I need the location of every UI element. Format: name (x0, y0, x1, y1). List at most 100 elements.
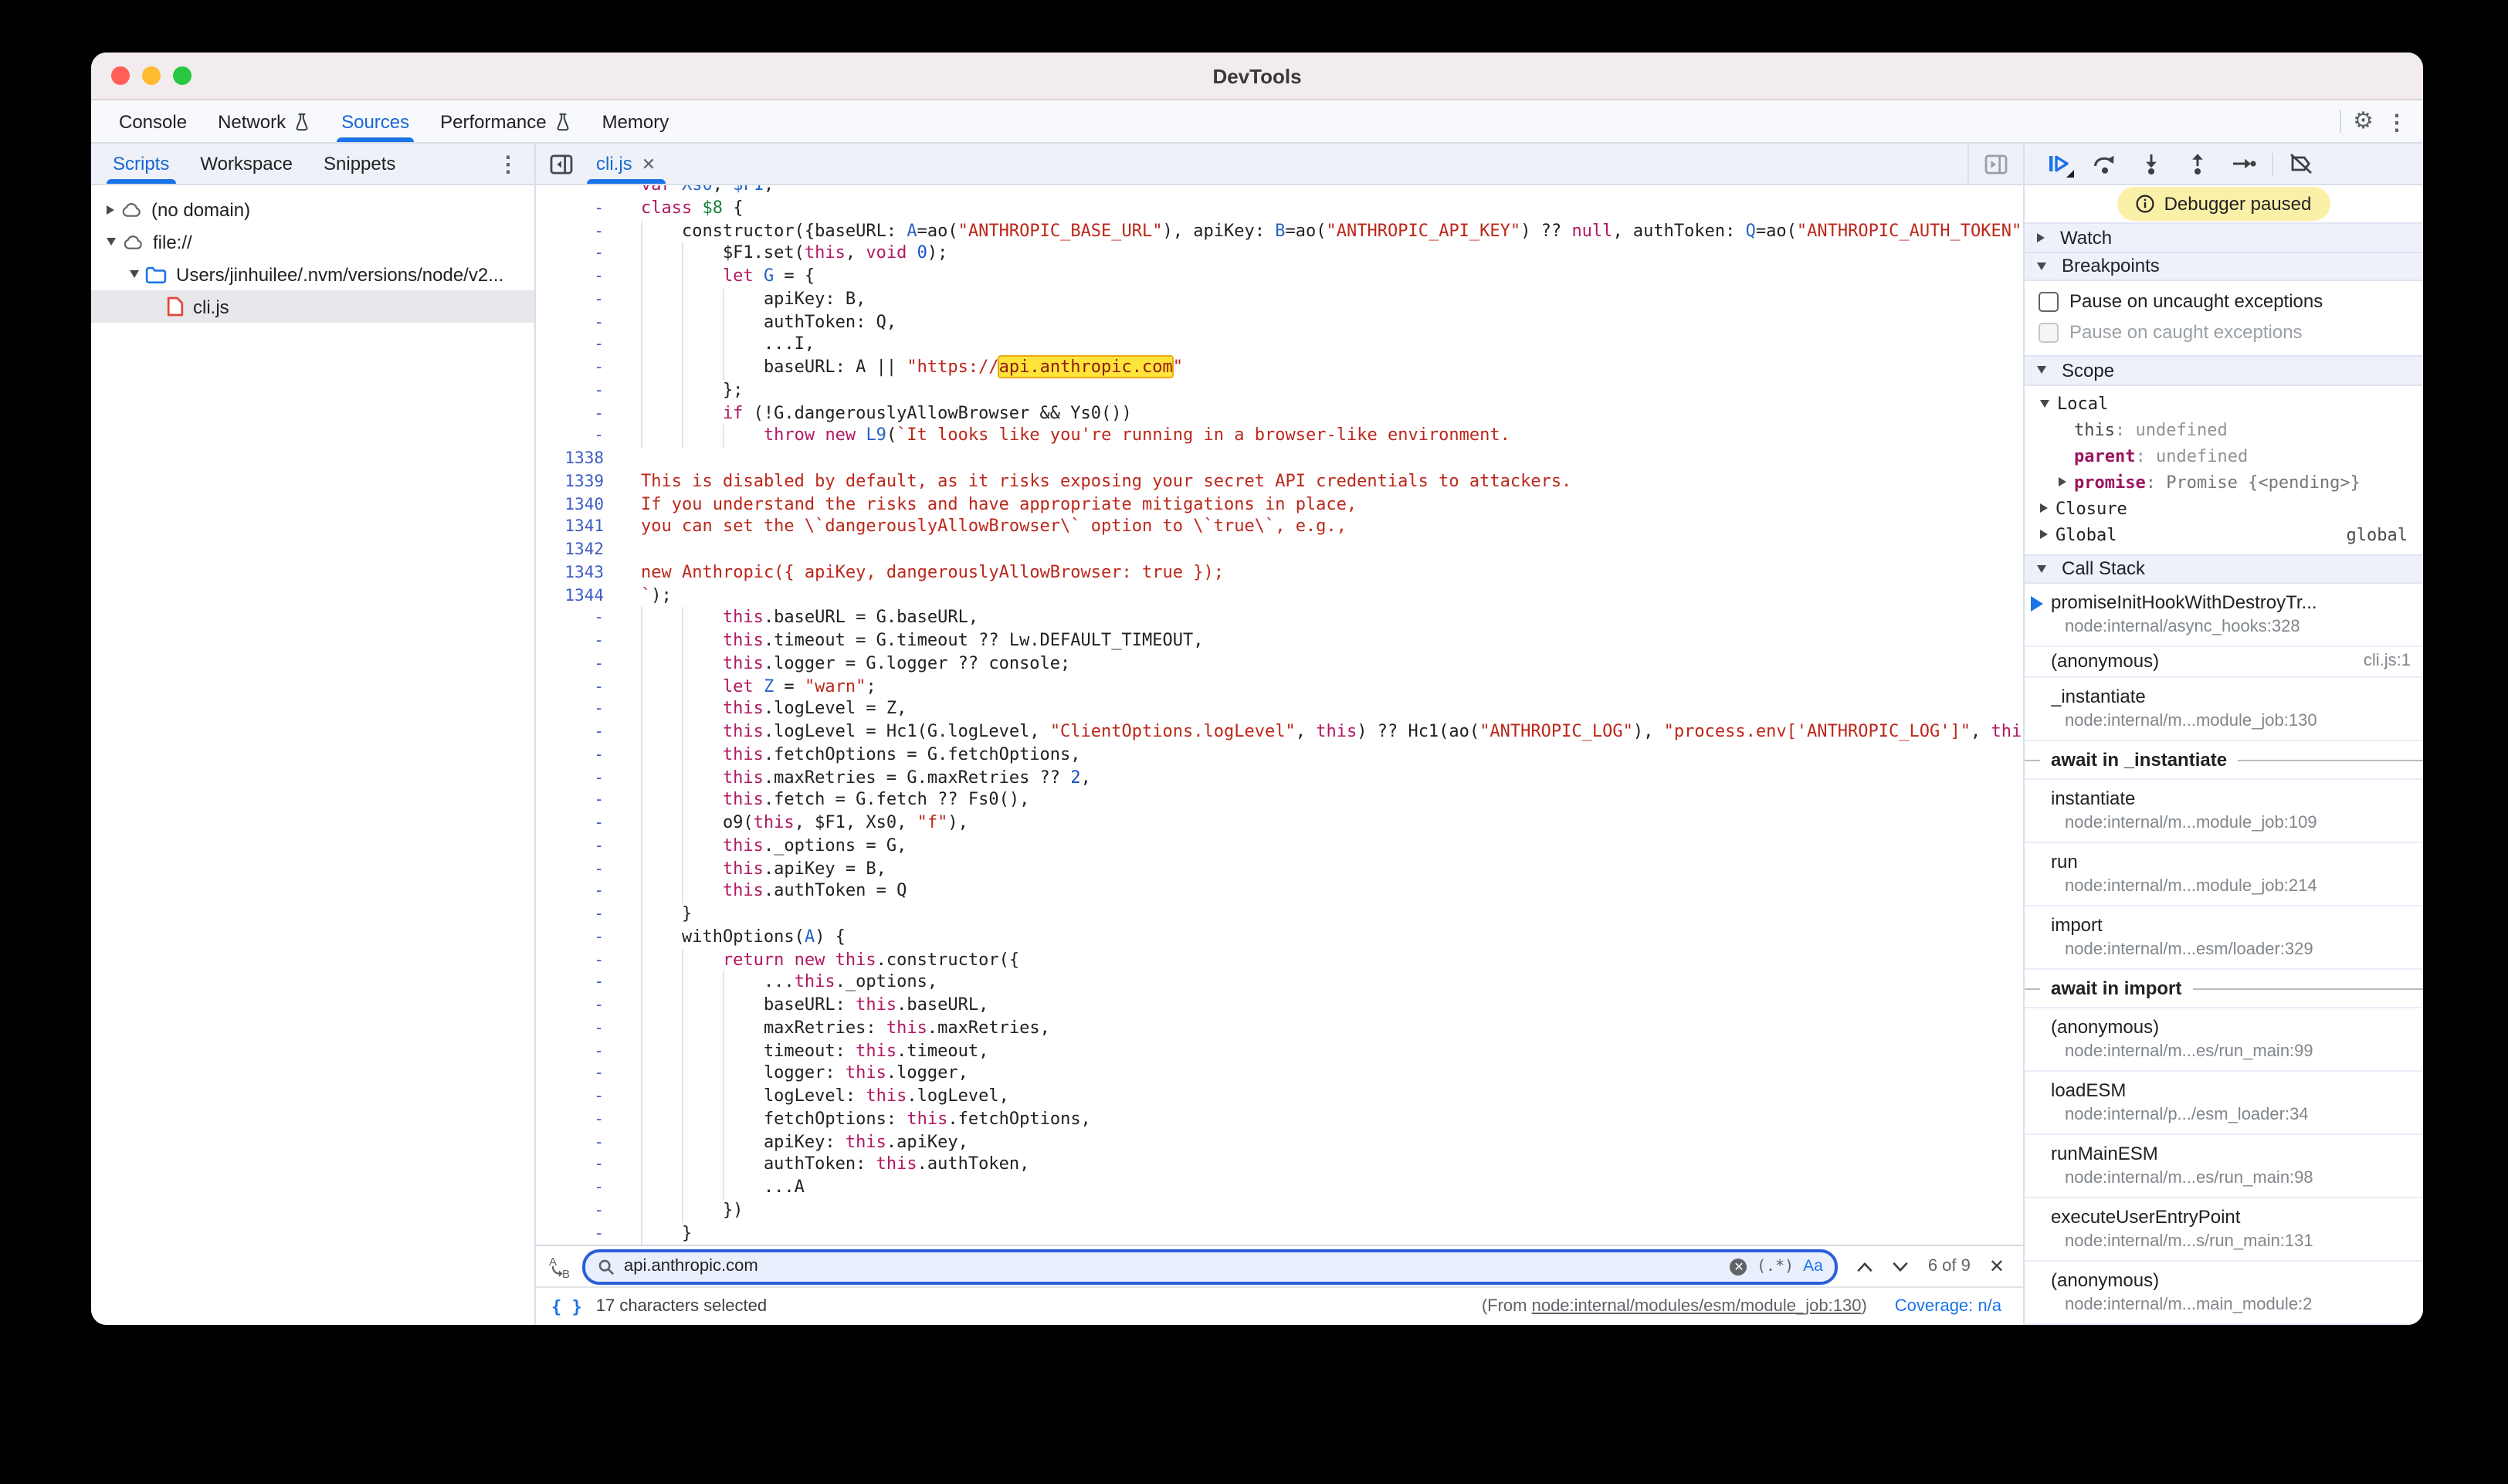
show-debugger-icon[interactable] (1967, 144, 2023, 184)
call-stack-frame[interactable]: runMainESMnode:internal/m...es/run_main:… (2025, 1135, 2423, 1198)
line-gutter[interactable]: - (536, 1086, 616, 1109)
tab-close-icon[interactable]: ✕ (642, 154, 656, 174)
code-editor[interactable]: var Xs0, $F1;-class $8 {-constructor({ba… (536, 185, 2023, 1245)
line-gutter[interactable]: - (536, 1109, 616, 1132)
call-stack-frame[interactable]: (anonymous)cli.js:1 (2025, 647, 2423, 678)
line-gutter[interactable]: - (536, 972, 616, 995)
step-over-button[interactable] (2086, 147, 2123, 181)
call-stack-frame[interactable]: (anonymous)node:internal/m...es/run_main… (2025, 1008, 2423, 1072)
line-gutter[interactable]: - (536, 653, 616, 676)
line-gutter[interactable]: 1342 (536, 539, 616, 562)
search-input-box[interactable]: ✕ (.*) Aa (582, 1249, 1839, 1284)
previous-match-icon[interactable] (1857, 1261, 1874, 1272)
navigator-tab-snippets[interactable]: Snippets (308, 144, 411, 184)
line-gutter[interactable]: - (536, 790, 616, 813)
tab-memory[interactable]: Memory (587, 100, 685, 142)
match-case-toggle[interactable]: Aa (1803, 1257, 1823, 1276)
line-gutter[interactable]: - (536, 881, 616, 904)
scope-section-header[interactable]: Scope (2025, 355, 2423, 385)
line-gutter[interactable]: - (536, 858, 616, 881)
call-stack-frame[interactable]: executeUserEntryPointnode:internal/m...s… (2025, 1198, 2423, 1262)
next-match-icon[interactable] (1893, 1261, 1910, 1272)
call-stack-frame[interactable]: loadESMnode:internal/p.../esm_loader:34 (2025, 1072, 2423, 1135)
hide-navigator-icon[interactable] (536, 144, 584, 184)
tab-sources[interactable]: Sources (326, 100, 425, 142)
line-gutter[interactable]: - (536, 1222, 616, 1245)
step-into-button[interactable] (2133, 147, 2170, 181)
call-stack-frame[interactable]: importnode:internal/m...esm/loader:329 (2025, 906, 2423, 970)
call-stack-frame[interactable]: (anonymous)node:internal/m...main_module… (2025, 1262, 2423, 1325)
line-gutter[interactable]: - (536, 927, 616, 950)
search-input[interactable] (624, 1257, 1730, 1276)
line-gutter[interactable] (536, 185, 616, 198)
navigator-tab-workspace[interactable]: Workspace (185, 144, 308, 184)
line-gutter[interactable]: - (536, 835, 616, 859)
tree-item[interactable]: Users/jinhuilee/.nvm/versions/node/v2... (91, 258, 534, 290)
line-gutter[interactable]: - (536, 311, 616, 334)
checkbox[interactable] (2039, 291, 2059, 311)
line-gutter[interactable]: - (536, 767, 616, 790)
line-gutter[interactable]: - (536, 1200, 616, 1223)
scope-row[interactable]: parent: undefined (2025, 442, 2423, 469)
tree-item[interactable]: cli.js (91, 290, 534, 323)
source-origin-link[interactable]: node:internal/modules/esm/module_job:130 (1532, 1297, 1862, 1316)
navigator-tab-scripts[interactable]: Scripts (97, 144, 185, 184)
line-gutter[interactable]: - (536, 630, 616, 653)
line-gutter[interactable]: 1344 (536, 584, 616, 608)
line-gutter[interactable]: - (536, 744, 616, 767)
watch-section-header[interactable]: Watch (2025, 223, 2423, 253)
line-gutter[interactable]: - (536, 425, 616, 449)
line-gutter[interactable]: 1339 (536, 471, 616, 494)
line-gutter[interactable]: - (536, 608, 616, 631)
deactivate-breakpoints-icon[interactable] (2283, 147, 2320, 181)
call-stack-frame[interactable]: _instantiatenode:internal/m...module_job… (2025, 678, 2423, 741)
line-gutter[interactable]: - (536, 1154, 616, 1177)
line-gutter[interactable]: - (536, 1131, 616, 1154)
line-gutter[interactable]: 1343 (536, 562, 616, 585)
line-gutter[interactable]: - (536, 243, 616, 266)
editor-tab-clijs[interactable]: cli.js ✕ (584, 144, 668, 184)
regex-toggle[interactable]: (.*) (1757, 1258, 1794, 1275)
pretty-print-icon[interactable]: { } (551, 1296, 582, 1316)
line-gutter[interactable]: - (536, 198, 616, 221)
call-stack-frame[interactable]: instantiatenode:internal/m...module_job:… (2025, 780, 2423, 843)
line-gutter[interactable]: - (536, 994, 616, 1018)
line-gutter[interactable]: - (536, 1177, 616, 1200)
line-gutter[interactable]: - (536, 402, 616, 425)
scope-row[interactable]: promise: Promise {<pending>} (2025, 469, 2423, 495)
tree-item[interactable]: file:// (91, 225, 534, 258)
line-gutter[interactable]: 1340 (536, 493, 616, 517)
checkbox[interactable] (2039, 322, 2059, 342)
tab-network[interactable]: Network (202, 100, 326, 142)
tree-item[interactable]: (no domain) (91, 193, 534, 225)
breakpoints-section-header[interactable]: Breakpoints (2025, 252, 2423, 281)
scope-row[interactable]: Closure (2025, 495, 2423, 521)
line-gutter[interactable]: - (536, 220, 616, 243)
scope-row[interactable]: Globalglobal (2025, 521, 2423, 547)
more-options-icon[interactable]: ⋮ (2386, 110, 2408, 132)
line-gutter[interactable]: - (536, 903, 616, 927)
line-gutter[interactable]: - (536, 1063, 616, 1086)
clear-search-icon[interactable]: ✕ (1730, 1258, 1747, 1275)
scope-row[interactable]: Local (2025, 390, 2423, 416)
step-button[interactable] (2225, 147, 2262, 181)
line-gutter[interactable]: - (536, 380, 616, 403)
line-gutter[interactable]: - (536, 357, 616, 380)
line-gutter[interactable]: 1341 (536, 517, 616, 540)
step-out-button[interactable] (2179, 147, 2216, 181)
line-gutter[interactable]: - (536, 334, 616, 357)
call-stack-frame[interactable]: promiseInitHookWithDestroyTr...node:inte… (2025, 584, 2423, 647)
settings-gear-icon[interactable]: ⚙ (2353, 110, 2374, 133)
line-gutter[interactable]: - (536, 1040, 616, 1063)
line-gutter[interactable]: - (536, 1018, 616, 1041)
callstack-section-header[interactable]: Call Stack (2025, 554, 2423, 584)
line-gutter[interactable]: - (536, 699, 616, 722)
line-gutter[interactable]: - (536, 812, 616, 835)
tab-performance[interactable]: Performance (425, 100, 586, 142)
line-gutter[interactable]: - (536, 721, 616, 744)
replace-toggle-icon[interactable]: AB (548, 1255, 571, 1278)
line-gutter[interactable]: - (536, 676, 616, 699)
close-search-icon[interactable]: ✕ (1989, 1255, 2005, 1277)
line-gutter[interactable]: - (536, 266, 616, 289)
call-stack-frame[interactable]: runnode:internal/m...module_job:214 (2025, 843, 2423, 906)
